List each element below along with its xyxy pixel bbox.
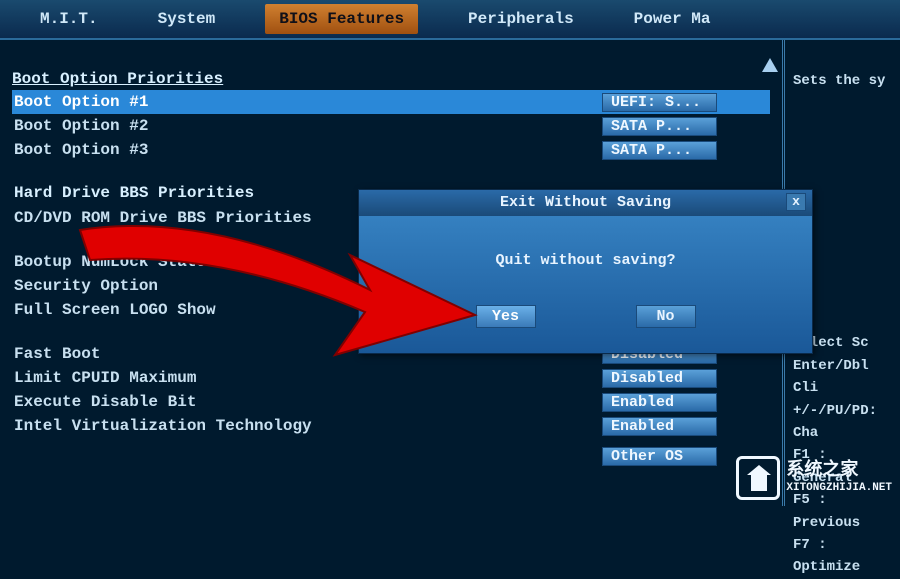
help-line: Enter/Dbl Cli bbox=[793, 355, 892, 400]
dialog-message: Quit without saving? bbox=[359, 252, 812, 269]
watermark: 系统之家 XITONGZHIJIA.NET bbox=[736, 456, 892, 500]
boot-option-2[interactable]: Boot Option #2 SATA P... bbox=[12, 114, 770, 138]
menu-tabs: M.I.T. System BIOS Features Peripherals … bbox=[0, 0, 900, 38]
setting-value: Enabled bbox=[602, 393, 717, 412]
boot-option-value: SATA P... bbox=[602, 141, 717, 160]
no-button[interactable]: No bbox=[636, 305, 696, 328]
help-line: F7 : Optimize bbox=[793, 534, 892, 579]
boot-option-label: Boot Option #2 bbox=[12, 117, 602, 135]
exit-without-saving-dialog: Exit Without Saving x Quit without savin… bbox=[358, 189, 813, 354]
bottom-row[interactable]: Other OS bbox=[12, 444, 770, 468]
boot-option-1[interactable]: Boot Option #1 UEFI: S... bbox=[12, 90, 770, 114]
tab-power[interactable]: Power Ma bbox=[624, 6, 721, 32]
yes-button[interactable]: Yes bbox=[476, 305, 536, 328]
tab-peripherals[interactable]: Peripherals bbox=[458, 6, 584, 32]
boot-option-value: UEFI: S... bbox=[602, 93, 717, 112]
boot-priorities-title: Boot Option Priorities bbox=[12, 70, 770, 88]
setting-value: Enabled bbox=[602, 417, 717, 436]
setting-value: Disabled bbox=[602, 369, 717, 388]
intel-virtualization-technology[interactable]: Intel Virtualization Technology Enabled bbox=[12, 414, 770, 438]
scroll-up-icon bbox=[762, 58, 778, 72]
tab-mit[interactable]: M.I.T. bbox=[30, 6, 108, 32]
limit-cpuid-maximum[interactable]: Limit CPUID Maximum Disabled bbox=[12, 366, 770, 390]
boot-option-label: Boot Option #3 bbox=[12, 141, 602, 159]
execute-disable-bit[interactable]: Execute Disable Bit Enabled bbox=[12, 390, 770, 414]
tab-bios-features[interactable]: BIOS Features bbox=[265, 4, 418, 34]
dialog-title: Exit Without Saving x bbox=[359, 190, 812, 216]
help-top: Sets the sy bbox=[793, 70, 892, 92]
house-icon bbox=[736, 456, 780, 500]
close-icon[interactable]: x bbox=[786, 193, 806, 211]
help-line: +/-/PU/PD: Cha bbox=[793, 400, 892, 445]
boot-option-value: SATA P... bbox=[602, 117, 717, 136]
boot-option-3[interactable]: Boot Option #3 SATA P... bbox=[12, 138, 770, 162]
tab-system[interactable]: System bbox=[148, 6, 226, 32]
setting-value: Other OS bbox=[602, 447, 717, 466]
boot-option-label: Boot Option #1 bbox=[12, 93, 602, 111]
